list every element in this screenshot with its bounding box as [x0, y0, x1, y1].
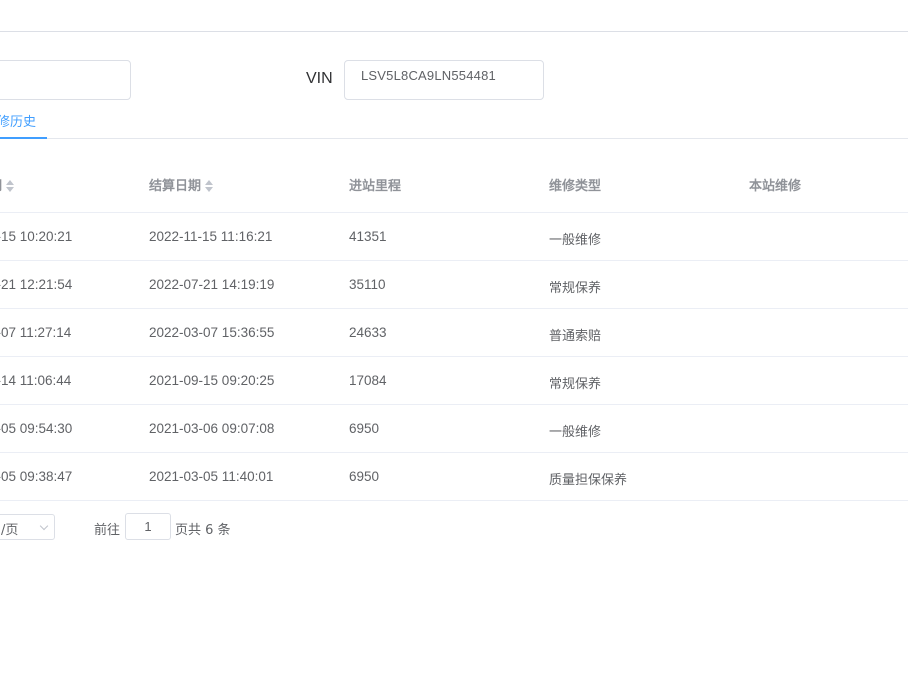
column-header-label: 期: [0, 179, 2, 194]
column-header-repair-type: 维修类型: [549, 179, 602, 194]
cell-mileage: 41351: [349, 229, 387, 244]
vin-input[interactable]: LSV5L8CA9LN554481: [344, 60, 544, 100]
vin-value: LSV5L8CA9LN554481: [361, 68, 496, 83]
table-row[interactable]: 3-05 09:54:30 2021-03-06 09:07:08 6950 一…: [0, 405, 908, 453]
cell-in-date: 7-21 12:21:54: [0, 277, 73, 292]
tab-divider: [0, 138, 908, 139]
cell-repair-type: 一般维修: [549, 233, 602, 248]
table-row[interactable]: 7-21 12:21:54 2022-07-21 14:19:19 35110 …: [0, 261, 908, 309]
cell-settle-date: 2022-07-21 14:19:19: [149, 277, 275, 292]
sort-caret-icon[interactable]: [205, 180, 214, 193]
cell-repair-type: 常规保养: [549, 281, 602, 296]
filter-input-left[interactable]: [0, 60, 131, 100]
column-header-label: 结算日期: [149, 179, 202, 194]
cell-in-date: 9-14 11:06:44: [0, 373, 72, 388]
cell-mileage: 6950: [349, 469, 380, 484]
column-header-mileage: 进站里程: [349, 179, 402, 194]
cell-repair-type: 普通索赔: [549, 329, 602, 344]
table-row[interactable]: 3-05 09:38:47 2021-03-05 11:40:01 6950 质…: [0, 453, 908, 501]
tab-bar: 维修历史: [0, 110, 908, 140]
maintenance-history-page: VIN LSV5L8CA9LN554481 维修历史 期 结算日期 进站里程 维…: [0, 0, 908, 681]
page-size-select[interactable]: 条/页: [0, 514, 55, 540]
cell-mileage: 35110: [349, 277, 386, 292]
table-row[interactable]: 1-15 10:20:21 2022-11-15 11:16:21 41351 …: [0, 213, 908, 261]
cell-mileage: 6950: [349, 421, 380, 436]
cell-settle-date: 2021-03-06 09:07:08: [149, 421, 275, 436]
tab-active-indicator: [0, 137, 47, 139]
column-header-in-date[interactable]: 期: [0, 175, 15, 194]
cell-mileage: 24633: [349, 325, 387, 340]
cell-in-date: 1-15 10:20:21: [0, 229, 73, 244]
total-count-label: 页共 6 条: [175, 523, 231, 538]
vin-label: VIN: [306, 70, 333, 87]
cell-repair-type: 一般维修: [549, 425, 602, 440]
cell-in-date: 3-07 11:27:14: [0, 325, 72, 340]
goto-label: 前往: [94, 523, 121, 538]
table-row[interactable]: 3-07 11:27:14 2022-03-07 15:36:55 24633 …: [0, 309, 908, 357]
top-divider: [0, 31, 908, 32]
column-header-this-station: 本站维修: [749, 179, 802, 194]
column-header-settle-date[interactable]: 结算日期: [149, 175, 214, 194]
tab-maintenance-history[interactable]: 维修历史: [0, 111, 36, 130]
cell-mileage: 17084: [349, 373, 387, 388]
cell-settle-date: 2022-11-15 11:16:21: [149, 229, 273, 244]
page-size-value: 条/页: [1, 523, 19, 538]
cell-repair-type: 质量担保保养: [549, 473, 628, 488]
goto-page-input[interactable]: 1: [125, 513, 171, 540]
table-row[interactable]: 9-14 11:06:44 2021-09-15 09:20:25 17084 …: [0, 357, 908, 405]
cell-in-date: 3-05 09:38:47: [0, 469, 73, 484]
sort-caret-icon[interactable]: [6, 180, 15, 193]
chevron-down-icon: [39, 521, 49, 531]
cell-repair-type: 常规保养: [549, 377, 602, 392]
cell-settle-date: 2022-03-07 15:36:55: [149, 325, 275, 340]
cell-settle-date: 2021-09-15 09:20:25: [149, 373, 275, 388]
cell-in-date: 3-05 09:54:30: [0, 421, 73, 436]
cell-settle-date: 2021-03-05 11:40:01: [149, 469, 274, 484]
